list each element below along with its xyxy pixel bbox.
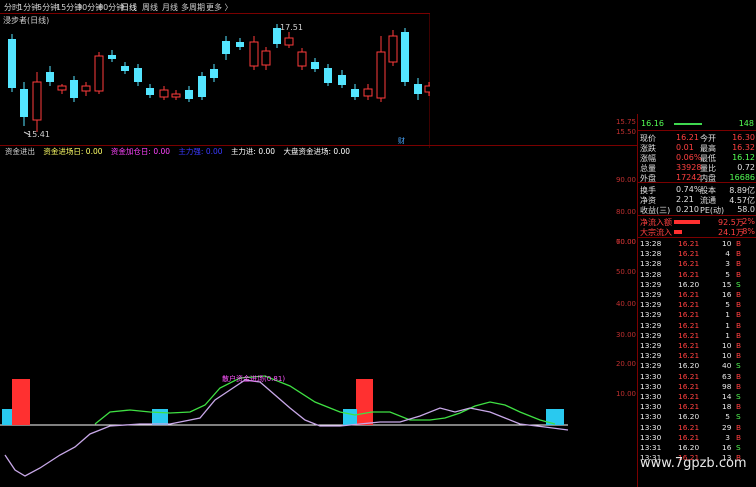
entry-signal-bar [356, 379, 373, 425]
add-signal-bar [152, 409, 168, 425]
axis-label: 30.00 [615, 331, 636, 339]
entry-signal-bar [12, 379, 30, 425]
axis-label: 40.00 [615, 300, 636, 308]
indicator-annotation: 散户资金进场(0.81) [222, 375, 286, 383]
candle-14[interactable] [185, 90, 193, 99]
partial-row: 16.16 148 [638, 119, 756, 130]
axis-label-top: 15.75 [615, 118, 636, 126]
quote-panel: 16.16 148 现价 16.21 今开 16.30 涨跌 0.01 最高 16.32 涨幅 0… [638, 114, 756, 487]
trade-row[interactable]: 13:31 16.20 16 S [638, 443, 756, 452]
candle-30[interactable] [388, 35, 398, 63]
toolbar-item-10[interactable]: 更多 〉 [206, 2, 233, 13]
axis-label: 50.00 [615, 268, 636, 276]
toolbar-item-7[interactable]: 周线 [142, 2, 158, 13]
toolbar-item-9[interactable]: 多周期 [181, 2, 205, 13]
candle-33[interactable] [424, 85, 430, 93]
trade-row[interactable]: 13:30 16.20 5 S [638, 412, 756, 421]
candle-9[interactable] [121, 66, 129, 71]
trade-row[interactable]: 13:29 16.21 5 B [638, 300, 756, 309]
axis-label: 60.00 [615, 238, 636, 246]
candle-6[interactable] [81, 85, 91, 92]
axis-label: 10.00 [615, 390, 636, 398]
add-signal-bar [343, 409, 357, 425]
retail-flow-line [4, 379, 569, 477]
candle-26[interactable] [338, 75, 346, 85]
period-toolbar: 分时 1分钟 5分钟 15分钟 30分钟 60分钟 日线 周线 月线 多周期 更多 〉 [0, 0, 430, 13]
candle-23[interactable] [297, 51, 307, 67]
candle-13[interactable] [171, 93, 181, 98]
trade-row[interactable]: 13:28 16.21 3 B [638, 259, 756, 268]
axis-label: 80.00 [615, 208, 636, 216]
high-price-label: 17.51 [280, 23, 303, 32]
toolbar-item-1[interactable]: 1分钟 [18, 2, 39, 13]
candle-11[interactable] [146, 88, 154, 95]
watermark: www.7gpzb.com [640, 456, 747, 471]
trade-row[interactable]: 13:29 16.21 10 B [638, 351, 756, 360]
low-price-label: 15.41 [27, 130, 50, 139]
trade-row[interactable]: 13:28 16.21 10 B [638, 239, 756, 248]
candle-22[interactable] [284, 37, 294, 46]
trade-row[interactable]: 13:30 16.21 63 B [638, 372, 756, 381]
candle-27[interactable] [351, 89, 359, 97]
trade-row[interactable]: 13:29 16.21 1 B [638, 321, 756, 330]
candle-15[interactable] [198, 76, 206, 97]
candle-16[interactable] [210, 69, 218, 78]
partial-volume: 148 [738, 119, 754, 128]
trade-row[interactable]: 13:30 16.21 14 S [638, 392, 756, 401]
add-signal-bar [2, 409, 12, 425]
trade-row[interactable]: 13:29 16.21 10 B [638, 341, 756, 350]
candle-10[interactable] [134, 68, 142, 82]
candle-25[interactable] [324, 68, 332, 83]
candle-8[interactable] [108, 55, 116, 59]
candle-2[interactable] [32, 81, 42, 121]
trade-row[interactable]: 13:28 16.21 5 B [638, 270, 756, 279]
axis-label-top: 15.50 [615, 128, 636, 136]
candlestick-chart[interactable] [0, 14, 430, 148]
candle-4[interactable] [57, 85, 67, 91]
axis-label: 20.00 [615, 360, 636, 368]
candle-20[interactable] [261, 50, 271, 66]
candle-28[interactable] [363, 88, 373, 97]
trade-row[interactable]: 13:29 16.20 15 S [638, 280, 756, 289]
partial-price: 16.16 [641, 119, 664, 128]
candle-12[interactable] [159, 89, 169, 98]
candle-0[interactable] [8, 39, 16, 88]
candle-18[interactable] [236, 42, 244, 47]
trade-row[interactable]: 13:28 16.21 4 B [638, 249, 756, 258]
candle-17[interactable] [222, 41, 230, 54]
candle-3[interactable] [46, 72, 54, 82]
trade-row[interactable]: 13:30 16.21 29 B [638, 423, 756, 432]
candle-29[interactable] [376, 51, 386, 99]
toolbar-item-2[interactable]: 5分钟 [37, 2, 58, 13]
fund-flow-indicator-chart[interactable] [0, 150, 592, 487]
candle-19[interactable] [249, 41, 259, 67]
candle-7[interactable] [94, 55, 104, 92]
toolbar-item-6[interactable]: 日线 [121, 2, 137, 13]
axis-label: 90.00 [615, 176, 636, 184]
candle-32[interactable] [414, 84, 422, 94]
candle-1[interactable] [20, 89, 28, 117]
trade-row[interactable]: 13:30 16.21 18 B [638, 402, 756, 411]
candle-31[interactable] [401, 32, 409, 82]
indicator-y-axis: 15.75 15.50 90.00 80.00 70.00 60.00 50.0… [592, 114, 638, 444]
trade-row[interactable]: 13:30 16.21 3 B [638, 433, 756, 442]
trade-row[interactable]: 13:30 16.21 98 B [638, 382, 756, 391]
trade-row[interactable]: 13:29 16.21 1 B [638, 331, 756, 340]
toolbar-item-8[interactable]: 月线 [162, 2, 178, 13]
trade-row[interactable]: 13:29 16.21 16 B [638, 290, 756, 299]
candle-24[interactable] [311, 62, 319, 69]
partial-bar [674, 123, 702, 125]
candle-5[interactable] [70, 80, 78, 98]
trade-row[interactable]: 13:29 16.20 40 S [638, 361, 756, 370]
trade-row[interactable]: 13:29 16.21 1 B [638, 310, 756, 319]
